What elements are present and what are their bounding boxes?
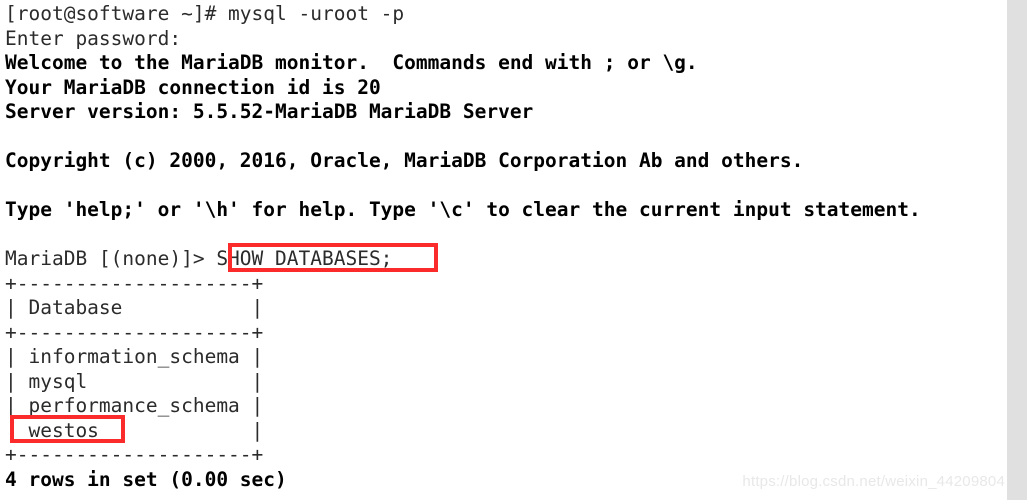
vertical-scrollbar[interactable] <box>1007 0 1027 500</box>
terminal-line-show-databases: MariaDB [(none)]> SHOW DATABASES; <box>5 247 393 270</box>
watermark-text: https://blog.csdn.net/weixin_44209804 <box>742 473 1005 490</box>
terminal-line-server-version: Server version: 5.5.52-MariaDB MariaDB S… <box>5 100 534 123</box>
terminal-line-enter-password: Enter password: <box>5 26 182 50</box>
terminal-output-area[interactable]: [root@software ~]# mysql -uroot -p Enter … <box>0 0 1007 500</box>
vertical-scrollbar-thumb[interactable] <box>1007 0 1027 500</box>
screenshot-root: [root@software ~]# mysql -uroot -p Enter … <box>0 0 1027 500</box>
terminal-line-row-information-schema: | information_schema | <box>5 345 264 368</box>
terminal-line-command-mysql: [root@software ~]# mysql -uroot -p <box>5 2 405 25</box>
terminal-line-table-top-border: +--------------------+ <box>5 271 264 295</box>
terminal-line-row-performance-schema: | performance_schema | <box>5 394 264 417</box>
terminal-line-table-bottom-border: +--------------------+ <box>5 443 264 466</box>
terminal-line-table-header-border: +--------------------+ <box>5 320 264 344</box>
terminal-line-table-header: | Database | <box>5 296 264 319</box>
terminal-line-connection-id: Your MariaDB connection id is 20 <box>5 75 381 99</box>
terminal-line-welcome: Welcome to the MariaDB monitor. Commands… <box>5 51 698 74</box>
terminal-line-row-westos: | westos | <box>5 418 264 442</box>
terminal-line-rows-in-set: 4 rows in set (0.00 sec) <box>5 467 287 491</box>
terminal-line-help-hint: Type 'help;' or '\h' for help. Type '\c'… <box>5 198 921 221</box>
terminal-line-row-mysql: | mysql | <box>5 369 264 393</box>
terminal-line-copyright: Copyright (c) 2000, 2016, Oracle, MariaD… <box>5 149 804 172</box>
